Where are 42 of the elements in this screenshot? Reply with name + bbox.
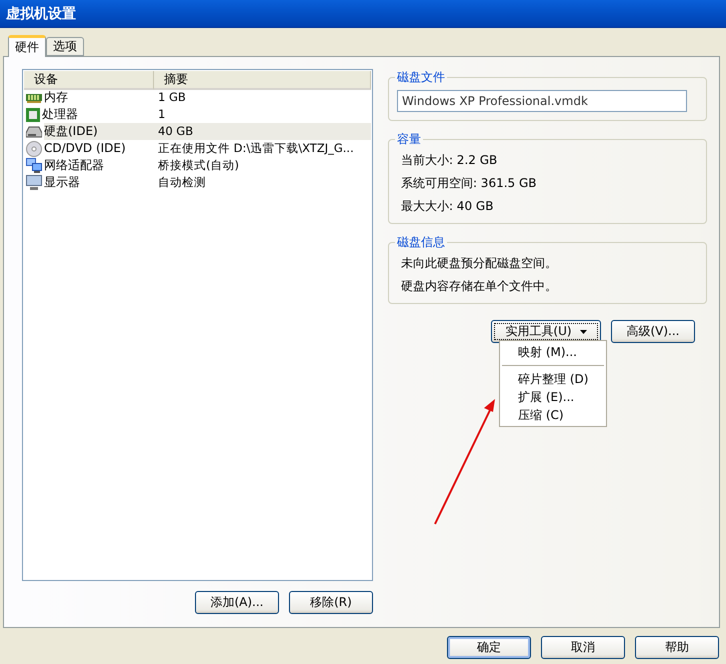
cancel-button[interactable]: 取消 xyxy=(541,636,625,659)
remove-button[interactable]: 移除(R) xyxy=(288,591,373,614)
group-title: 容量 xyxy=(396,131,422,148)
help-button[interactable]: 帮助 xyxy=(635,636,719,659)
device-name[interactable]: CD/DVD (IDE) xyxy=(44,140,154,157)
device-name[interactable]: 内存 xyxy=(44,89,154,106)
menu-item[interactable]: 压缩 (C) xyxy=(500,406,606,424)
column-header[interactable]: 摘要 xyxy=(154,71,371,90)
monitor-icon xyxy=(26,175,42,190)
caret-icon xyxy=(580,330,587,334)
device-name[interactable]: 处理器 xyxy=(42,106,154,123)
column-header[interactable]: 设备 xyxy=(24,71,154,90)
disk-info-text: 未向此硬盘预分配磁盘空间。 xyxy=(400,255,558,272)
tab[interactable]: 硬件 xyxy=(8,35,46,57)
group-title: 磁盘信息 xyxy=(396,234,446,251)
network-icon xyxy=(26,158,42,173)
capacity-text: 最大大小: 40 GB xyxy=(400,198,494,215)
menu-item[interactable]: 映射 (M)... xyxy=(500,343,606,361)
ok-button[interactable]: 确定 xyxy=(447,636,531,659)
device-summary: 自动检测 xyxy=(157,174,207,191)
device-summary: 桥接模式(自动) xyxy=(157,157,240,174)
device-name[interactable]: 显示器 xyxy=(44,174,154,191)
menu-item[interactable]: 碎片整理 (D) xyxy=(500,370,606,388)
capacity-text: 系统可用空间: 361.5 GB xyxy=(400,175,538,192)
window-title: 虚拟机设置 xyxy=(6,4,76,22)
device-name[interactable]: 硬盘(IDE) xyxy=(44,123,154,140)
device-summary: 40 GB xyxy=(154,123,371,140)
device-summary: 正在使用文件 D:\迅雷下载\XTZJ_G... xyxy=(157,140,355,157)
disc-icon xyxy=(26,140,42,156)
memory-icon xyxy=(26,92,42,104)
device-summary: 1 GB xyxy=(157,89,187,106)
tab[interactable]: 选项 xyxy=(46,37,84,56)
capacity-text: 当前大小: 2.2 GB xyxy=(400,152,498,169)
disk-file-field[interactable]: Windows XP Professional.vmdk xyxy=(396,90,687,112)
advanced-button[interactable]: 高级(V)... xyxy=(611,320,695,343)
processor-icon xyxy=(26,108,40,122)
device-name[interactable]: 网络适配器 xyxy=(44,157,154,174)
menu-item[interactable]: 扩展 (E)... xyxy=(500,388,606,406)
device-summary: 1 xyxy=(157,106,166,123)
disk-info-text: 硬盘内容存储在单个文件中。 xyxy=(400,278,558,295)
add-button[interactable]: 添加(A)... xyxy=(194,591,279,614)
group-title: 磁盘文件 xyxy=(396,69,446,86)
